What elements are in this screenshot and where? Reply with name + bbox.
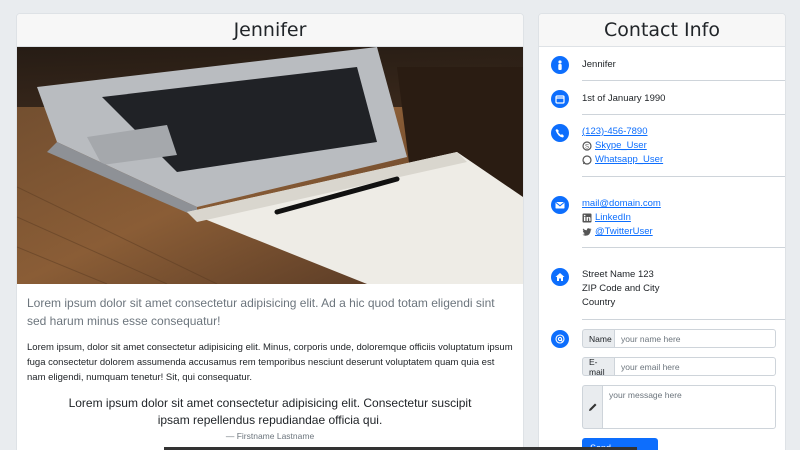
divider — [582, 247, 785, 248]
profile-card: Jennifer Lorem ipsum dolor sit amet cons… — [16, 13, 524, 450]
online-contacts: mail@domain.com LinkedIn @TwitterUser — [582, 197, 661, 239]
quote-text: Lorem ipsum dolor sit amet consectetur a… — [68, 396, 472, 427]
profile-header: Jennifer — [17, 14, 523, 47]
phone-icon — [551, 124, 569, 142]
linkedin-icon — [582, 213, 592, 223]
twitter-link[interactable]: @TwitterUser — [595, 225, 653, 239]
twitter-icon — [582, 228, 592, 236]
divider — [582, 114, 785, 115]
address-block: Street Name 123 ZIP Code and City Countr… — [582, 268, 659, 310]
contact-name: Jennifer — [582, 59, 616, 70]
address-country: Country — [582, 297, 616, 308]
contact-card: Contact Info Jennifer 1st of January 199… — [538, 13, 786, 450]
phone-link[interactable]: (123)-456-7890 — [582, 126, 648, 137]
message-input-group: your message here — [582, 385, 776, 429]
svg-text:S: S — [585, 145, 589, 151]
profile-paragraph: Lorem ipsum, dolor sit amet consectetur … — [27, 342, 513, 383]
name-input[interactable]: your name here — [614, 329, 776, 348]
quote-author: — Firstname Lastname — [225, 431, 315, 441]
contact-title: Contact Info — [604, 19, 720, 41]
contact-birthday: 1st of January 1990 — [582, 93, 666, 104]
contact-header: Contact Info — [539, 14, 785, 47]
profile-name: Jennifer — [233, 19, 307, 41]
profile-lead-text: Lorem ipsum dolor sit amet consectetur a… — [27, 296, 495, 328]
home-icon — [551, 268, 569, 286]
at-icon — [551, 330, 569, 348]
whatsapp-icon — [582, 155, 592, 165]
phone-group: (123)-456-7890 S Skype_User Whatsapp_Use… — [582, 125, 663, 167]
address-street: Street Name 123 — [582, 269, 654, 280]
profile-quote: Lorem ipsum dolor sit amet consectetur a… — [17, 385, 523, 441]
pencil-icon — [582, 385, 602, 429]
skype-link[interactable]: Skype_User — [595, 139, 647, 153]
user-icon — [551, 56, 569, 74]
email-label: E-mail — [582, 357, 614, 377]
whatsapp-link[interactable]: Whatsapp_User — [595, 153, 663, 167]
name-input-group: Name your name here — [582, 329, 776, 348]
skype-icon: S — [582, 141, 592, 151]
email-input-group: E-mail your email here — [582, 357, 776, 377]
divider — [582, 80, 785, 81]
linkedin-link[interactable]: LinkedIn — [595, 211, 631, 225]
name-label: Name — [582, 329, 614, 348]
message-textarea[interactable]: your message here — [602, 385, 776, 429]
address-zip-city: ZIP Code and City — [582, 283, 660, 294]
laptop-desk-photo — [17, 47, 523, 284]
divider — [582, 319, 785, 320]
email-input[interactable]: your email here — [614, 357, 776, 376]
divider — [582, 176, 785, 177]
email-link[interactable]: mail@domain.com — [582, 198, 661, 209]
calendar-icon — [551, 90, 569, 108]
envelope-icon — [551, 196, 569, 214]
